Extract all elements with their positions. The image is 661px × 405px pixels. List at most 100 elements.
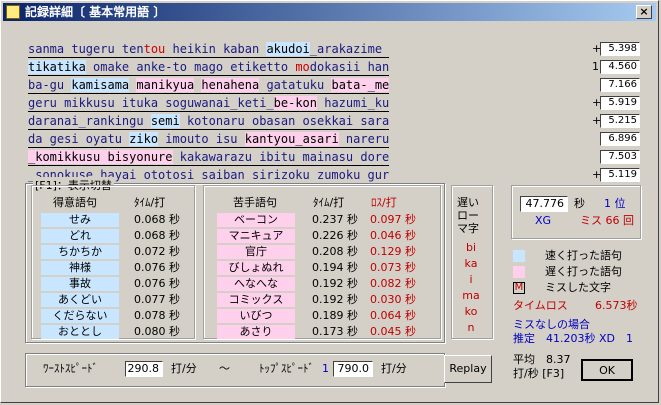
- row-segment: ziko: [129, 132, 159, 146]
- slow-key: i: [469, 273, 473, 286]
- rank-text: 1 位: [604, 197, 626, 210]
- good-word: 神様: [41, 261, 119, 275]
- worst-speed-label: ﾜｰｽﾄｽﾋﾟｰﾄﾞ: [43, 362, 98, 375]
- row-time-field: 4.560: [600, 60, 640, 74]
- total-time-field: 47.776: [520, 196, 568, 212]
- good-word-time: 0.077 秒: [134, 293, 180, 306]
- row-segment: kotonaru obasan osekkai sara: [179, 114, 390, 128]
- bad-word: マニキュア: [217, 229, 295, 243]
- bad-word: びしょぬれ: [217, 261, 295, 275]
- legend-miss-swatch: M: [513, 282, 525, 294]
- row-segment: ba-gu: [28, 78, 72, 92]
- replay-button[interactable]: Replay: [444, 355, 492, 383]
- legend-slow-label: 遅く打った語句: [545, 265, 622, 278]
- slow-key: ka: [464, 257, 478, 270]
- good-word-time: 0.078 秒: [134, 309, 180, 322]
- bad-word-loss: 0.082 秒: [370, 277, 416, 290]
- good-word: 事故: [41, 277, 119, 291]
- bad-word-time: 0.192 秒: [312, 277, 358, 290]
- row-segment: kakawarazu ibitu mainasu dore: [172, 150, 390, 164]
- row-segment: kamisama: [71, 78, 130, 92]
- bad-word-loss: 0.064 秒: [370, 309, 416, 322]
- row-marker: 1: [592, 60, 599, 73]
- bad-word: いびつ: [217, 309, 295, 323]
- row-segment: manikyua: [136, 78, 195, 92]
- typed-row: sanma tugeru tentou heikin kaban akudoi_…: [28, 41, 390, 58]
- good-word: せみ: [41, 213, 119, 227]
- bad-word: ベーコン: [217, 213, 295, 227]
- result-group: [511, 185, 641, 239]
- title-bar: 記録詳細〔 基本常用語 〕 ×: [3, 3, 656, 21]
- bad-words-time-header: ﾀｲﾑ/打: [313, 196, 345, 209]
- bad-word-time: 0.192 秒: [312, 293, 358, 306]
- bad-word-time: 0.237 秒: [312, 213, 358, 226]
- legend-fast-label: 速く打った語句: [545, 249, 622, 262]
- typed-row: da gesi oyatu ziko imouto isu kantyou_as…: [28, 131, 390, 148]
- bad-word: あさり: [217, 325, 295, 339]
- good-word-time: 0.080 秒: [134, 325, 180, 338]
- worst-speed-unit: 打/分: [171, 362, 197, 375]
- slow-key: bi: [465, 241, 477, 254]
- good-word-time: 0.068 秒: [134, 229, 180, 242]
- typed-row: tikatika omake anke-to mago etiketto mod…: [28, 59, 390, 76]
- good-word-time: 0.072 秒: [134, 245, 180, 258]
- typed-row: daranai_rankingu semi kotonaru obasan os…: [28, 113, 390, 130]
- row-segment: gatatuku: [259, 78, 332, 92]
- row-segment: omake anke-to mago etiketto: [85, 60, 296, 74]
- bad-word-loss: 0.097 秒: [370, 213, 416, 226]
- row-time-field: 7.503: [600, 150, 640, 164]
- bad-words-header: 苦手語句: [233, 196, 277, 209]
- good-word: ちかちか: [41, 245, 119, 259]
- app-icon: [6, 5, 20, 19]
- good-word-time: 0.076 秒: [134, 277, 180, 290]
- time-loss-value: 6.573秒: [595, 299, 638, 312]
- slow-key: ko: [464, 305, 478, 318]
- row-segment: hazumi_ku: [317, 96, 390, 110]
- bad-word-time: 0.173 秒: [312, 325, 358, 338]
- legend-slow-swatch: [513, 266, 525, 278]
- bad-word-time: 0.189 秒: [312, 309, 358, 322]
- speed-range-tilde: ～: [219, 362, 230, 375]
- row-segment: henahena: [201, 78, 260, 92]
- good-words-header: 得意語句: [53, 196, 97, 209]
- row-segment: tikatika: [28, 60, 86, 74]
- row-segment: be-kon: [273, 96, 317, 110]
- row-segment: semi: [150, 114, 180, 128]
- row-segment: sanma tugeru ten: [28, 42, 144, 56]
- row-time-field: 5.919: [600, 96, 640, 110]
- row-segment: da gesi oyatu: [28, 132, 130, 146]
- ok-button[interactable]: OK: [581, 359, 633, 381]
- average-speed-line1: 平均 8.37: [513, 353, 571, 366]
- row-segment: bata-_me: [331, 78, 390, 92]
- miss-count-text: ミス 66 回: [580, 214, 634, 227]
- close-button[interactable]: ×: [636, 5, 652, 19]
- typed-row: geru mikkusu ituka soguwanai_keti_be-kon…: [28, 95, 390, 112]
- top-speed-unit: 打/分: [381, 362, 407, 375]
- good-word: くだらない: [41, 309, 119, 323]
- row-time-field: 6.896: [600, 132, 640, 146]
- average-speed-line2: 打/秒 [F3]: [513, 367, 565, 380]
- good-word: どれ: [41, 229, 119, 243]
- good-words-time-header: ﾀｲﾑ/打: [134, 196, 166, 209]
- row-segment: akudoi: [266, 42, 310, 56]
- legend-fast-swatch: [513, 250, 525, 262]
- row-time-field: 5.398: [600, 42, 640, 56]
- bad-word-time: 0.226 秒: [312, 229, 358, 242]
- bad-words-loss-header: ﾛｽ/打: [371, 196, 397, 209]
- no-miss-label: ミスなしの場合: [513, 318, 590, 331]
- total-time-unit: 秒: [574, 197, 585, 210]
- record-detail-window: 記録詳細〔 基本常用語 〕 × sanma tugeru tentou heik…: [0, 0, 659, 403]
- typed-row: _komikkusu bisyonure kakawarazu ibitu ma…: [28, 149, 390, 166]
- row-segment: mo: [295, 60, 310, 74]
- bad-word-loss: 0.045 秒: [370, 325, 416, 338]
- row-segment: _arakazime: [309, 42, 390, 56]
- row-segment: nareru: [338, 132, 390, 146]
- bad-word-loss: 0.129 秒: [370, 245, 416, 258]
- bad-word-loss: 0.030 秒: [370, 293, 416, 306]
- row-time-field: 5.215: [600, 114, 640, 128]
- slow-key: n: [467, 321, 475, 334]
- row-segment: kantyou_asari: [244, 132, 339, 146]
- slow-key: ma: [462, 289, 480, 302]
- row-segment: dokasii han: [309, 60, 390, 74]
- bad-word-time: 0.194 秒: [312, 261, 358, 274]
